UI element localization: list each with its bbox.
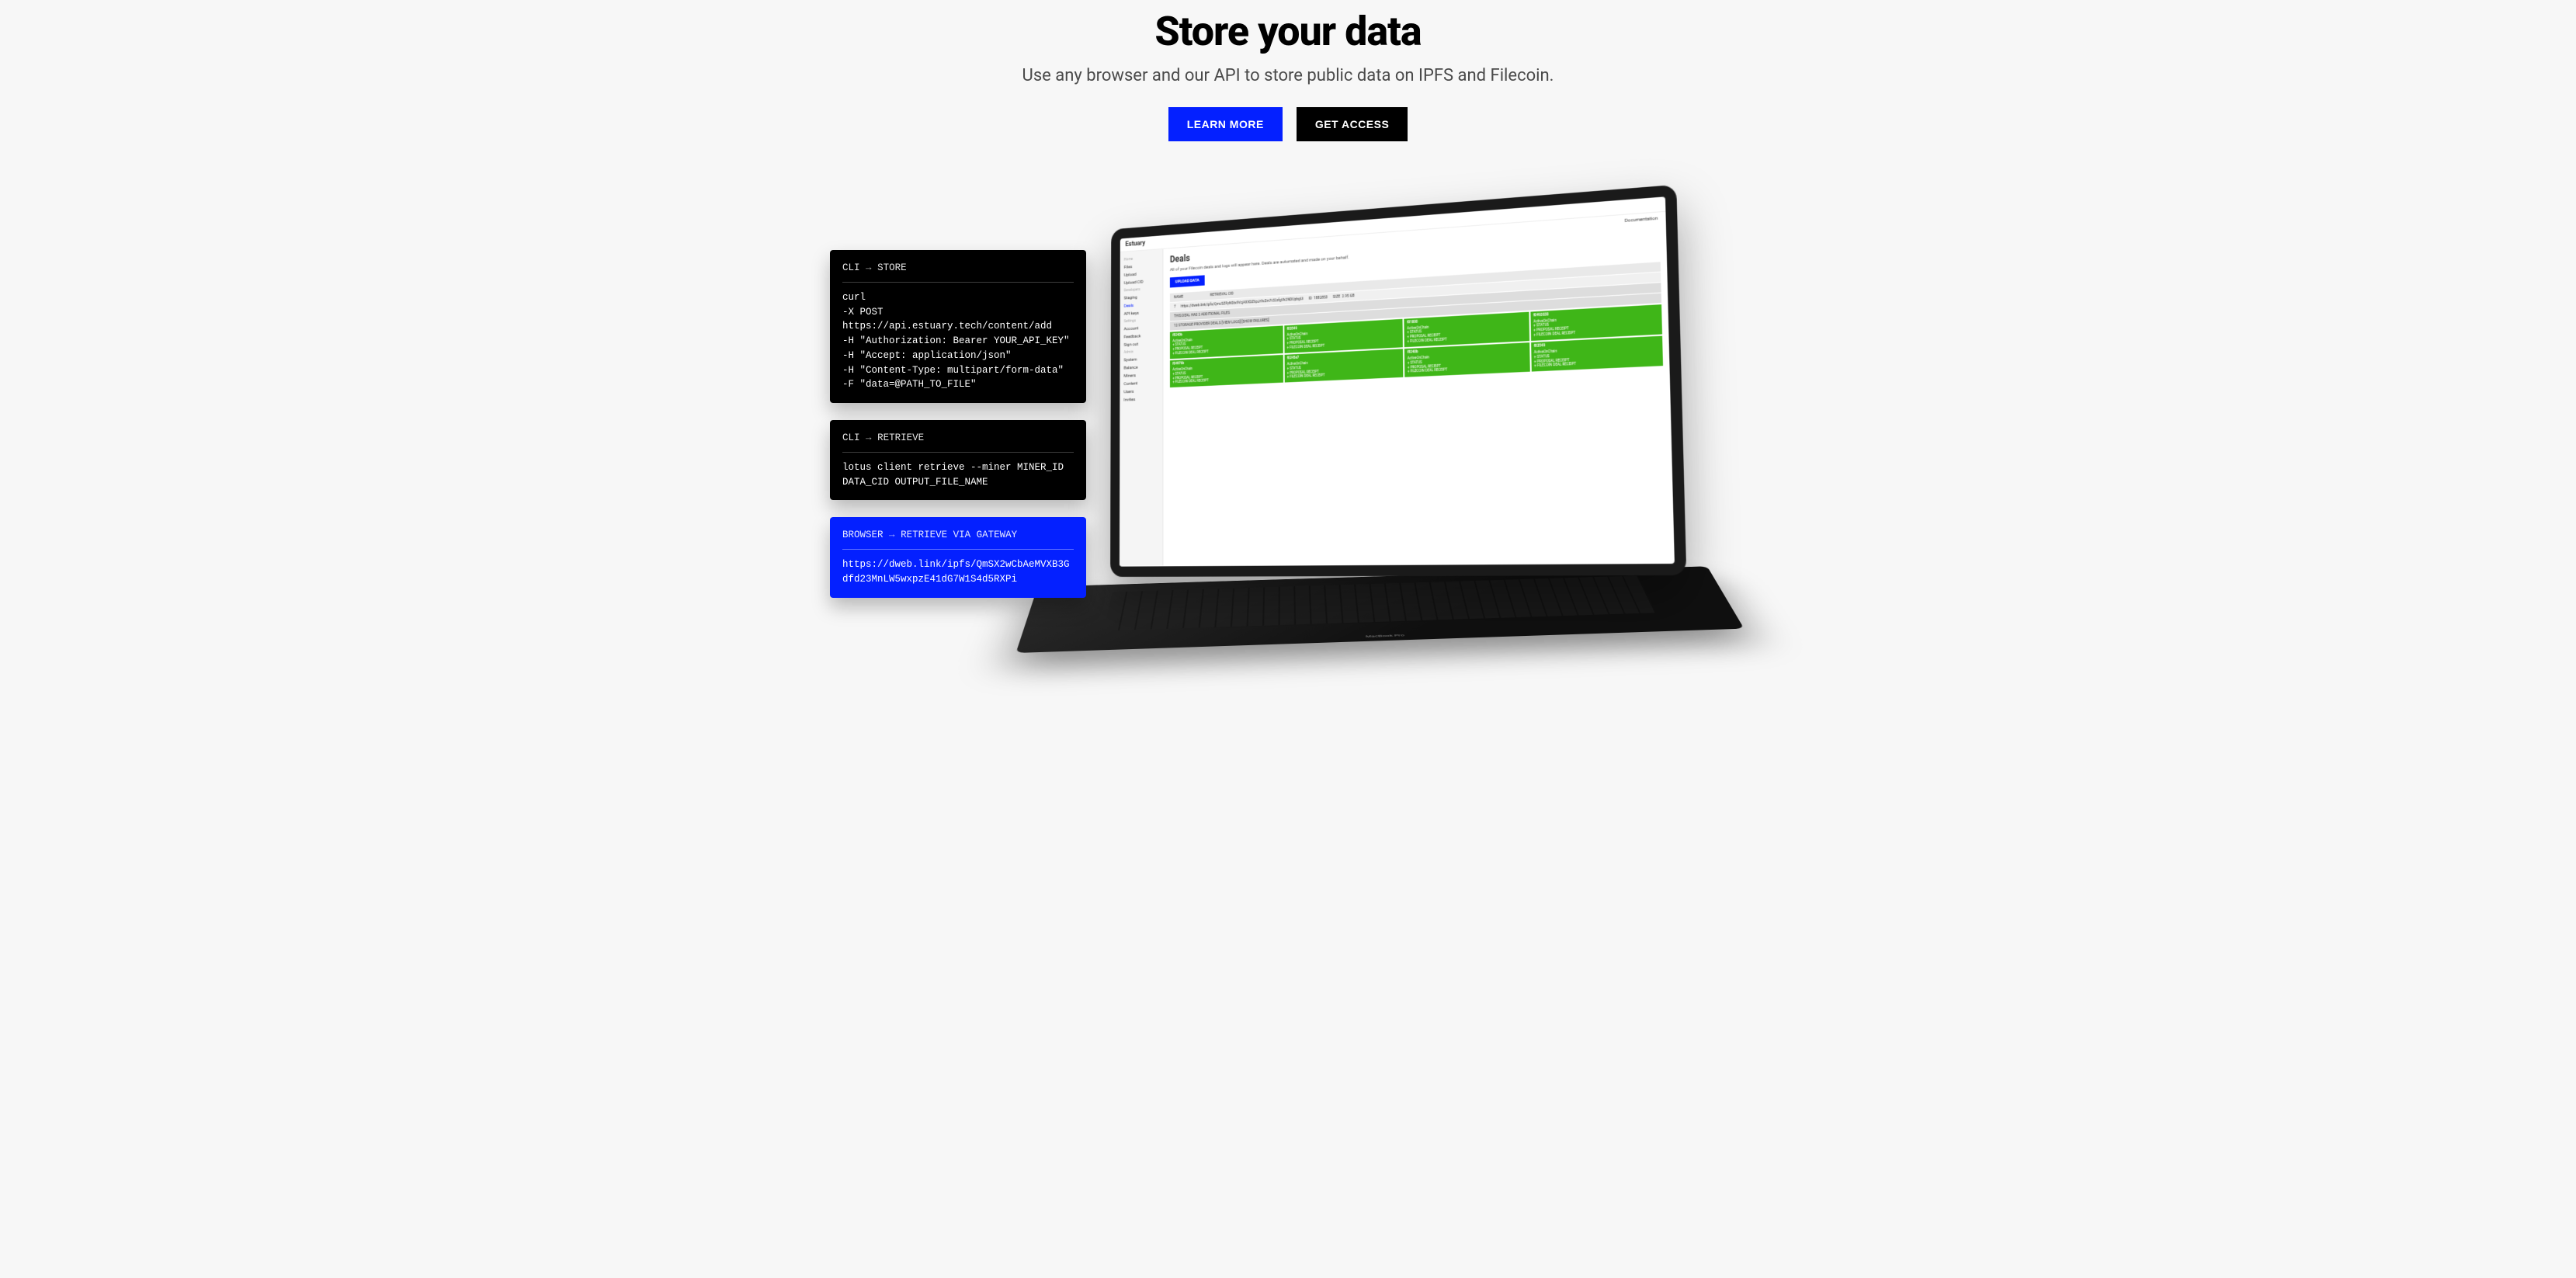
- learn-more-button[interactable]: LEARN MORE: [1168, 107, 1283, 141]
- cli-retrieve-body: lotus client retrieve --miner MINER_ID D…: [842, 460, 1074, 490]
- laptop-mockup: MacBook Pro Estuary HomeFilesUploadUploa…: [1078, 203, 1715, 623]
- get-access-button[interactable]: GET ACCESS: [1297, 107, 1408, 141]
- hero-illustration: MacBook Pro Estuary HomeFilesUploadUploa…: [830, 203, 1746, 700]
- miner-cell: f83549ActiveOnChain+ STATUS+ PROPOSAL RE…: [1531, 336, 1663, 372]
- browser-gateway-body: https://dweb.link/ipfs/QmSX2wCbAeMVXB3Gd…: [842, 557, 1074, 587]
- laptop-brand-label: MacBook Pro: [1366, 634, 1404, 638]
- miner-cell: f04976bActiveOnChain+ STATUS+ PROPOSAL R…: [1170, 355, 1283, 387]
- browser-gateway-card: BROWSER → RETRIEVE VIA GATEWAY https://d…: [830, 517, 1086, 597]
- miner-cell: f83549ActiveOnChain+ STATUS+ PROPOSAL RE…: [1284, 319, 1403, 353]
- upload-data-button[interactable]: UPLOAD DATA: [1170, 275, 1205, 287]
- miner-cell: f8240bActiveOnChain+ STATUS+ PROPOSAL RE…: [1404, 342, 1529, 377]
- cli-store-body: curl -X POST https://api.estuary.tech/co…: [842, 290, 1074, 392]
- cli-retrieve-card: CLI → RETRIEVE lotus client retrieve --m…: [830, 420, 1086, 500]
- cli-store-card: CLI → STORE curl -X POST https://api.est…: [830, 250, 1086, 403]
- sidebar-item-invites[interactable]: Invites: [1120, 394, 1162, 405]
- miner-cell: f8240bActiveOnChain+ STATUS+ PROPOSAL RE…: [1170, 325, 1283, 359]
- page-subtitle: Use any browser and our API to store pub…: [0, 66, 2576, 85]
- miner-cell: f01000ActiveOnChain+ STATUS+ PROPOSAL RE…: [1404, 311, 1529, 347]
- arrow-icon: →: [866, 262, 872, 273]
- arrow-icon: →: [889, 530, 895, 540]
- page-title: Store your data: [0, 8, 2576, 55]
- arrow-icon: →: [866, 432, 872, 443]
- miner-cell: f0492030ActiveOnChain+ STATUS+ PROPOSAL …: [1530, 304, 1662, 341]
- app-sidebar: HomeFilesUploadUpload CIDDevelopersStagi…: [1120, 249, 1163, 566]
- miner-cell: f0245e7ActiveOnChain+ STATUS+ PROPOSAL R…: [1284, 349, 1403, 383]
